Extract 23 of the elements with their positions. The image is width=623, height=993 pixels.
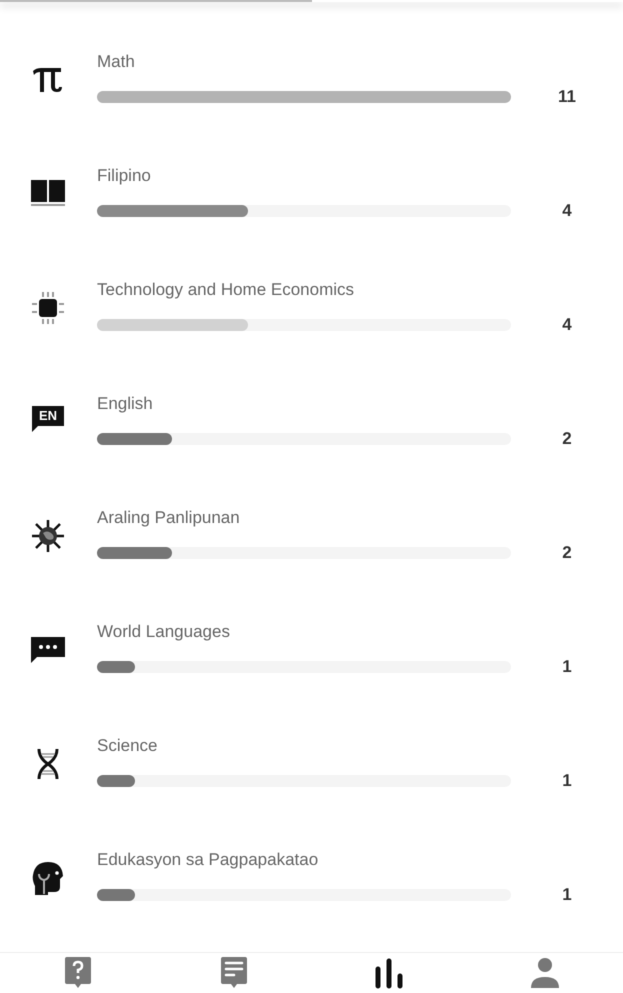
subject-name: Math (97, 51, 135, 73)
chip-icon (30, 290, 66, 326)
subject-name: World Languages (97, 621, 230, 643)
subject-name: Edukasyon sa Pagpapakatao (97, 849, 318, 871)
subject-name: Technology and Home Economics (97, 279, 354, 301)
head-icon (30, 860, 66, 896)
bar-chart-icon (373, 957, 406, 989)
subject-name: Science (97, 735, 158, 757)
subject-count: 4 (562, 200, 572, 222)
subject-name: Araling Panlipunan (97, 507, 240, 529)
help-icon (64, 956, 92, 990)
subject-count: 1 (562, 884, 572, 906)
subject-name: Filipino (97, 165, 151, 187)
notes-icon (220, 956, 248, 990)
subject-count: 4 (562, 314, 572, 336)
person-icon (530, 957, 560, 989)
subject-count: 2 (562, 428, 572, 450)
globe-icon (30, 518, 66, 554)
subject-name: English (97, 393, 153, 415)
subject-count: 2 (562, 542, 572, 564)
subject-count: 11 (558, 86, 576, 108)
subject-count: 1 (562, 770, 572, 792)
subject-count: 1 (562, 656, 572, 678)
